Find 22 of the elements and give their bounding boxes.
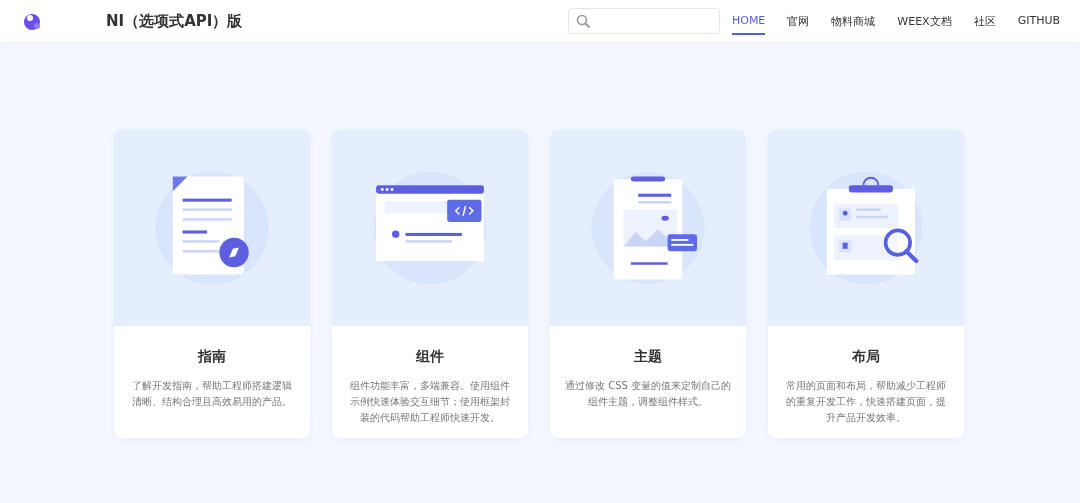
nav-link[interactable]: WEEX文档: [897, 7, 952, 35]
card-description: 了解开发指南，帮助工程师搭建逻辑清晰、结构合理且高效易用的产品。: [131, 379, 293, 409]
card-description: 常用的页面和布局，帮助减少工程师的重复开发工作，快速搭建页面，提升产品开发效率。: [785, 379, 947, 425]
nav-link[interactable]: HOME: [731, 7, 766, 35]
feature-card[interactable]: 组件 组件功能丰富，多端兼容。使用组件示例快速体验交互细节；使用框架封装的代码帮助工程师快速开发。: [332, 130, 528, 438]
logo-icon[interactable]: [22, 11, 42, 31]
card-title: 组件: [416, 348, 444, 366]
card-description: 通过修改 CSS 变量的值来定制自己的组件主题，调整组件样式。: [563, 379, 732, 409]
nav-link[interactable]: 物料商城: [831, 7, 876, 35]
card-title: 主题: [634, 348, 662, 366]
search-field[interactable]: [567, 8, 720, 34]
card-title: 指南: [198, 348, 226, 366]
nav-link[interactable]: 官网: [787, 7, 810, 35]
feature-card[interactable]: 主题 通过修改 CSS 变量的值来定制自己的组件主题，调整组件样式。: [550, 130, 746, 438]
card-description: 组件功能丰富，多端兼容。使用组件示例快速体验交互细节；使用框架封装的代码帮助工程师快速开发。: [349, 379, 511, 425]
feature-card[interactable]: 布局 常用的页面和布局，帮助减少工程师的重复开发工作，快速搭建页面，提升产品开发效率。: [768, 130, 964, 438]
card-title: 布局: [852, 348, 880, 366]
site-title: NI（选项式API）版: [106, 11, 243, 31]
feature-card[interactable]: 指南 了解开发指南，帮助工程师搭建逻辑清晰、结构合理且高效易用的产品。: [114, 130, 310, 438]
search-icon: [575, 14, 590, 28]
nav-link[interactable]: 社区: [973, 7, 996, 35]
nav-link[interactable]: GITHUB: [1017, 7, 1060, 35]
